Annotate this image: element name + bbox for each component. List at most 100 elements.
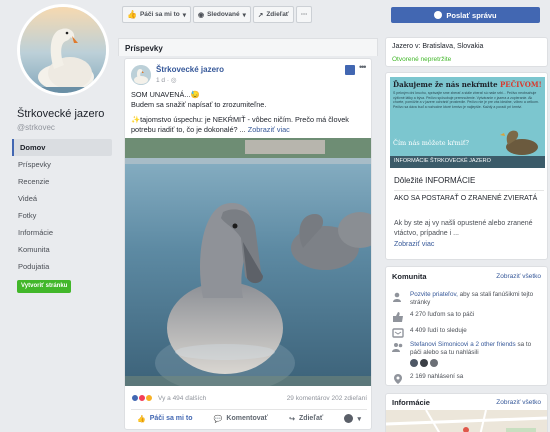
friends-icon [392, 343, 403, 352]
comment-share-stats[interactable]: 29 komentárov 202 zdieľaní [287, 395, 367, 402]
nav-item-community[interactable]: Komunita [12, 241, 112, 258]
post-author-avatar[interactable] [131, 65, 151, 85]
about-card: Jazero v: Bratislava, Slovakia Otvorené … [385, 37, 548, 67]
community-title: Komunita [392, 272, 427, 281]
info-banner-image[interactable]: Ďakujeme že nás nekŕmite PEČIVOM! S pekn… [390, 77, 545, 168]
invite-icon [393, 292, 401, 302]
post-text-line: SOM UNAVENÁ...😓 [131, 90, 200, 99]
post-options-button[interactable]: ••• [359, 62, 367, 72]
chevron-down-icon: ▾ [357, 415, 361, 423]
comment-icon: 💬 [213, 415, 223, 423]
checkins-count: 2 169 nahlásení sa [410, 373, 464, 380]
likes-count: 4 270 ľuďom sa to páči [410, 311, 475, 318]
like-post-button[interactable]: 👍 Páči sa mi to [137, 415, 193, 423]
comment-label: Komentovať [226, 415, 268, 422]
page-handle: @strkovec [17, 123, 55, 132]
share-post-label: Zdieľať [298, 415, 324, 422]
nav-item-photos[interactable]: Fotky [12, 207, 112, 224]
comment-button[interactable]: 💬 Komentovať [214, 415, 268, 423]
nav-item-home[interactable]: Domov [12, 139, 112, 156]
nav-item-info[interactable]: Informácie [12, 224, 112, 241]
post-actions: 👍 Páči sa mi to 💬 Komentovať ↪ Zdieľať ▾ [131, 409, 367, 427]
more-options-button[interactable]: ··· [295, 6, 313, 23]
follow-icon [392, 328, 404, 338]
post-author-link[interactable]: Štrkovecké jazero [156, 65, 224, 74]
page-title: Štrkovecké jazero [17, 108, 105, 120]
share-icon: ↗ [257, 11, 264, 19]
friends-row: Stefanovi Simonicovi a 2 other friends s… [392, 341, 543, 367]
messenger-icon [434, 11, 443, 19]
location-map[interactable] [386, 410, 547, 432]
nav-item-posts[interactable]: Príspevky [12, 156, 112, 173]
map-tiles [386, 410, 547, 432]
page-actions-bar: 👍 Páči sa mi to ▾ ◉ Sledované ▾ ↗ Zdieľa… [122, 6, 313, 24]
share-icon: ↪ [289, 415, 295, 423]
rss-icon: ◉ [197, 11, 205, 19]
like-page-button[interactable]: 👍 Páči sa mi to ▾ [122, 6, 191, 23]
avatar[interactable] [420, 359, 428, 367]
like-post-label: Páči sa mi to [149, 415, 193, 422]
banner-question: Čím nás môžete kŕmiť? [393, 139, 470, 147]
post-as-selector[interactable]: ▾ [344, 414, 361, 423]
location-text: Jazero v: Bratislava, Slovakia [392, 43, 484, 50]
share-post-button[interactable]: ↪ Zdieľať [289, 415, 323, 423]
avatar [344, 414, 354, 423]
open-hours-status: Otvorené nepretržite [392, 56, 452, 63]
thumbs-up-icon: 👍 [127, 10, 137, 19]
nav-item-reviews[interactable]: Recenzie [12, 173, 112, 190]
pin-icon [345, 65, 355, 75]
banner-caption-bar: INFORMÁCIE ŠTRKOVECKÉ JAZERO [390, 156, 545, 168]
community-card: Komunita Zobraziť všetko Pozvite priateľ… [385, 266, 548, 386]
banner-title-emphasis: PEČIVOM! [499, 80, 542, 89]
post-text-body: ✨tajomstvo úspechu: je NEKŔMIŤ - vôbec n… [131, 115, 349, 134]
see-more-link[interactable]: Zobraziť viac [248, 125, 290, 134]
friend-avatars [410, 359, 543, 367]
like-page-label: Páči sa mi to [139, 11, 180, 18]
chevron-down-icon: ▾ [182, 11, 186, 19]
left-column: Štrkovecké jazero @strkovec Domov Príspe… [0, 0, 118, 432]
reaction-count[interactable]: Vy a 494 ďalších [158, 395, 206, 402]
nav-item-videos[interactable]: Videá [12, 190, 112, 207]
page-avatar[interactable] [17, 4, 109, 96]
follows-count: 4 409 ľudí to sleduje [410, 327, 467, 334]
reactions-bar: Vy a 494 ďalších 29 komentárov 202 zdieľ… [131, 392, 367, 404]
create-page-button[interactable]: Vytvoriť stránku [17, 280, 72, 293]
post-text-line: ✨tajomstvo úspechu: je NEKŔMIŤ - vôbec n… [131, 115, 367, 134]
community-see-all-link[interactable]: Zobraziť všetko [496, 273, 541, 280]
post-card: Štrkovecké jazero 1 d · ◎ ••• SOM UNAVEN… [124, 58, 372, 430]
swan-photo [20, 7, 106, 93]
post-photo[interactable] [125, 138, 371, 386]
posts-section-title: Príspevky [125, 44, 163, 53]
avatar[interactable] [430, 359, 438, 367]
see-more-link[interactable]: Zobraziť viac [394, 241, 434, 248]
follows-row: 4 409 ľudí to sleduje [392, 327, 543, 338]
send-message-label: Poslať správu [446, 10, 497, 20]
share-page-button[interactable]: ↗ Zdieľať [252, 6, 294, 23]
duck-illustration [500, 130, 538, 155]
swan-thumbnail [131, 65, 151, 85]
nav-item-events[interactable]: Podujatia [12, 258, 112, 275]
banner-title-prefix: Ďakujeme že nás nekŕmite [393, 80, 498, 89]
information-see-all-link[interactable]: Zobraziť všetko [496, 399, 541, 406]
avatar[interactable] [410, 359, 418, 367]
wow-reaction-icon [145, 394, 153, 402]
information-card: Informácie Zobraziť všetko [385, 393, 548, 432]
banner-caption: INFORMÁCIE ŠTRKOVECKÉ JAZERO [394, 158, 491, 164]
invite-friends-row: Pozvite priateľov, aby sa stali fanúšikm… [392, 291, 543, 307]
left-nav: Domov Príspevky Recenzie Videá Fotky Inf… [12, 139, 112, 275]
invite-friends-link[interactable]: Pozvite priateľov, [410, 291, 458, 298]
info-card-body: Ak by ste aj vy našli opustené alebo zra… [394, 220, 533, 237]
likes-row: 4 270 ľuďom sa to páči [392, 311, 543, 322]
posts-section-header: Príspevky [118, 38, 378, 56]
post-text: SOM UNAVENÁ...😓 Budem sa snažiť napísať … [131, 90, 367, 134]
globe-icon: ◎ [170, 77, 177, 84]
follow-button[interactable]: ◉ Sledované ▾ [192, 6, 251, 23]
friends-link[interactable]: Stefanovi Simonicovi a 2 other friends [410, 341, 516, 348]
checkins-row: 2 169 nahlásení sa [392, 373, 543, 384]
map-pin-icon [394, 374, 402, 384]
send-message-button[interactable]: Poslať správu [391, 7, 540, 23]
follow-label: Sledované [207, 11, 240, 18]
information-title: Informácie [392, 398, 430, 407]
thumbs-up-icon: 👍 [137, 415, 146, 423]
post-timestamp[interactable]: 1 d · ◎ [156, 76, 177, 84]
